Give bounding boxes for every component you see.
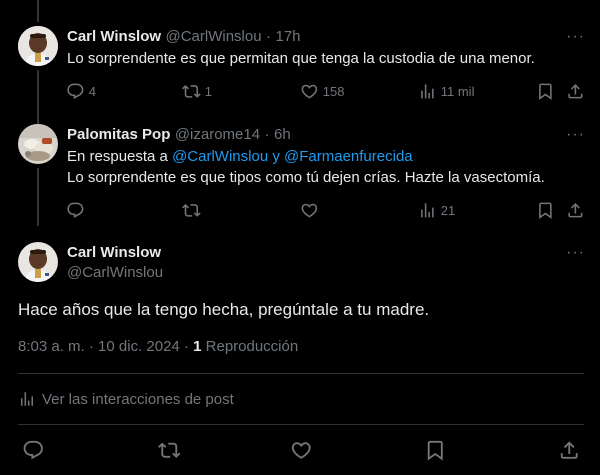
separator: · (266, 28, 272, 45)
share-button[interactable] (566, 201, 585, 220)
reply-prefix: En respuesta a (67, 148, 168, 165)
views-icon (21, 392, 33, 406)
views-count: 11 mil (440, 83, 475, 99)
share-icon (568, 84, 583, 99)
thread-line-top (37, 0, 39, 22)
retweet-icon (182, 85, 201, 98)
plays-count: 1 (193, 338, 202, 355)
author-name[interactable]: Carl Winslow (67, 244, 161, 261)
author-name[interactable]: Carl Winslow (67, 28, 161, 45)
views-icon (421, 203, 434, 218)
thread-line (37, 70, 39, 128)
like-button[interactable]: 158 (300, 82, 344, 101)
share-icon (568, 203, 583, 218)
mention-link[interactable]: @Farmaenfurecida (284, 148, 413, 165)
divider (18, 373, 584, 374)
reply-conjunction: y (272, 148, 280, 165)
share-button[interactable] (566, 82, 585, 101)
tweet-text: Lo sorprendente es que tipos como tú dej… (67, 169, 545, 186)
tweet-time[interactable]: 8:03 a. m. (18, 338, 85, 355)
more-icon[interactable]: ··· (566, 28, 585, 46)
like-button[interactable] (300, 201, 323, 220)
views-button[interactable]: 11 mil (418, 82, 474, 101)
like-button[interactable] (290, 439, 313, 462)
views-icon (421, 84, 434, 99)
more-icon[interactable]: ··· (566, 126, 585, 144)
separator: · (264, 126, 270, 143)
timestamp[interactable]: 6h (274, 126, 291, 143)
share-icon (560, 441, 578, 459)
author-handle[interactable]: @CarlWinslou (166, 28, 262, 45)
timestamp[interactable]: 17h (276, 28, 301, 45)
reply-icon (23, 440, 43, 460)
avatar[interactable] (18, 124, 58, 164)
bookmark-button[interactable] (536, 82, 555, 101)
like-count: 158 (322, 83, 345, 99)
mention-link[interactable]: @CarlWinslou (172, 148, 268, 165)
retweet-count: 1 (204, 83, 212, 99)
reply-button[interactable] (66, 201, 89, 220)
bookmark-icon (539, 83, 552, 100)
tweet-text: Hace años que la tengo hecha, pregúntale… (18, 300, 430, 319)
reply-button[interactable] (22, 439, 45, 462)
tweet-text: Lo sorprendente es que permitan que teng… (67, 50, 535, 67)
more-icon[interactable]: ··· (566, 244, 585, 262)
share-button[interactable] (558, 439, 581, 462)
thread-line (37, 168, 39, 226)
separator: · (88, 338, 94, 355)
like-icon (301, 203, 318, 218)
retweet-button[interactable] (158, 439, 181, 462)
tweet-date[interactable]: 10 dic. 2024 (98, 338, 180, 355)
avatar[interactable] (18, 26, 58, 66)
author-handle[interactable]: @izarome14 (175, 126, 260, 143)
view-interactions-label: Ver las interacciones de post (42, 390, 234, 408)
views-button[interactable]: 21 (418, 201, 455, 220)
author-handle[interactable]: @CarlWinslou (67, 264, 163, 281)
author-name[interactable]: Palomitas Pop (67, 126, 170, 143)
bookmark-icon (427, 440, 443, 461)
retweet-button[interactable] (182, 201, 205, 220)
retweet-icon (182, 204, 201, 217)
reply-context: En respuesta a @CarlWinslou y @Farmaenfu… (67, 147, 413, 167)
divider (18, 424, 584, 425)
retweet-button[interactable]: 1 (182, 82, 212, 101)
bookmark-icon (539, 202, 552, 219)
avatar[interactable] (18, 242, 58, 282)
reply-icon (67, 83, 84, 99)
plays-label: Reproducción (205, 338, 299, 355)
separator: · (183, 338, 189, 355)
reply-button[interactable]: 4 (66, 82, 96, 101)
bookmark-button[interactable] (536, 201, 555, 220)
reply-count: 4 (88, 83, 96, 99)
bookmark-button[interactable] (424, 439, 447, 462)
reply-icon (67, 202, 84, 218)
like-icon (291, 442, 311, 459)
views-count: 21 (440, 202, 456, 218)
view-interactions-link[interactable]: Ver las interacciones de post (18, 390, 234, 408)
tweet-meta: 8:03 a. m. · 10 dic. 2024 · 1 Reproducci… (18, 338, 298, 355)
retweet-icon (158, 442, 181, 458)
like-icon (301, 84, 318, 99)
